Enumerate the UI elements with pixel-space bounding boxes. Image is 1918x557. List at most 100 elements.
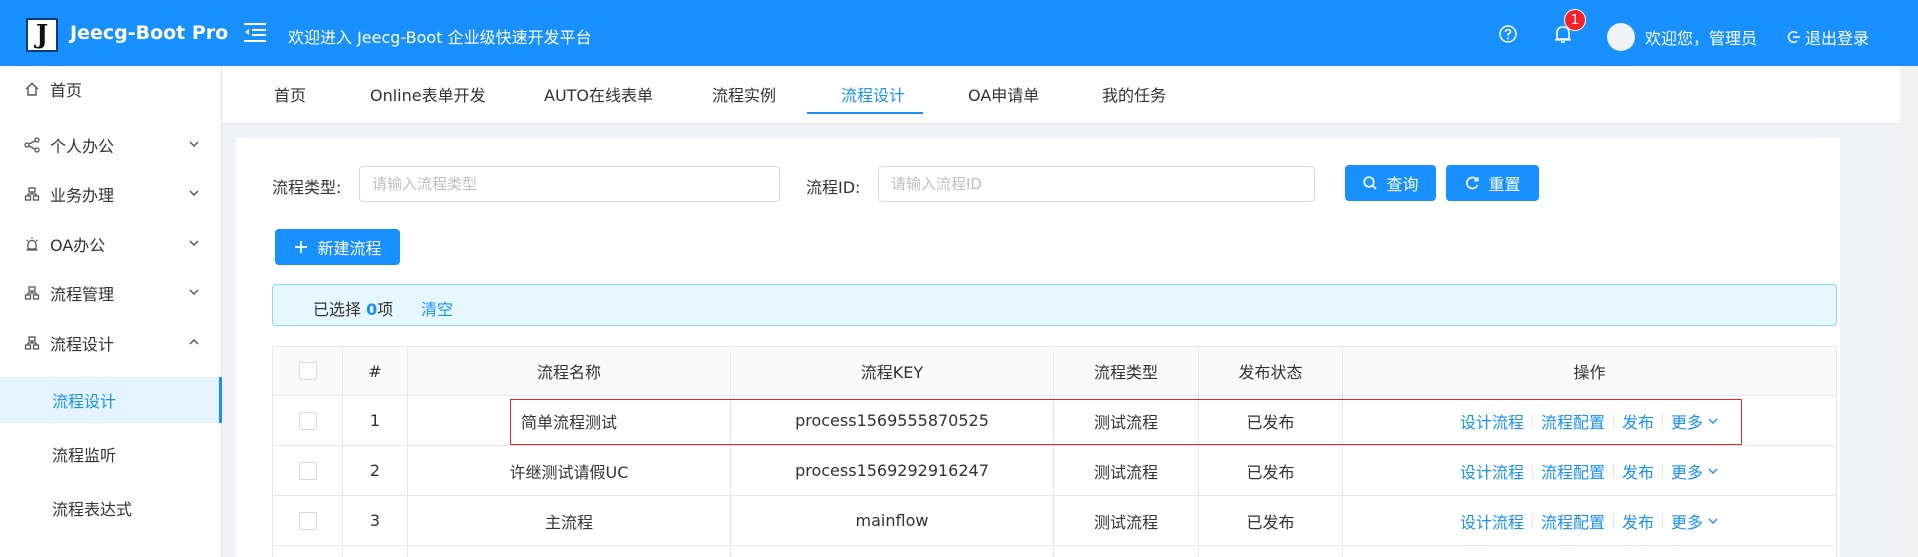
sidebar-item-home[interactable]: 首页 [0,66,222,112]
tab-oa-request[interactable]: OA申请单 [968,82,1039,106]
sidebar-subitem-process-expression[interactable]: 流程表达式 [0,485,222,531]
row-index: 1 [343,396,408,445]
more-dropdown[interactable]: 更多 [1671,509,1719,533]
tab-my-tasks[interactable]: 我的任务 [1102,82,1166,106]
more-label: 更多 [1671,512,1704,532]
chevron-down-icon [189,240,199,246]
divider [1662,413,1664,428]
row-actions: 设计流程 流程配置 发布 更多 [1343,396,1837,445]
row-cell [343,546,408,557]
column-header: # [343,347,408,395]
tab-home[interactable]: 首页 [274,82,306,106]
row-cell [408,546,731,557]
sidebar-item-label: 流程设计 [50,335,115,354]
tab-auto-form[interactable]: AUTO在线表单 [544,82,653,106]
sidebar-item-personal-office[interactable]: 个人办公 [0,122,222,168]
row-checkbox[interactable] [298,411,317,430]
publish-link[interactable]: 发布 [1622,459,1654,483]
sidebar-subitem-label: 流程监听 [52,446,117,465]
app-name: Jeecg-Boot Pro [70,22,229,44]
row-select-cell [272,396,343,445]
avatar[interactable] [1607,23,1635,51]
divider [1662,463,1664,478]
row-checkbox[interactable] [298,461,317,480]
tab-online-form[interactable]: Online表单开发 [370,82,486,106]
design-process-link[interactable]: 设计流程 [1460,459,1524,483]
process-config-link[interactable]: 流程配置 [1541,409,1605,433]
publish-link[interactable]: 发布 [1622,509,1654,533]
more-label: 更多 [1671,412,1704,432]
chevron-up-icon [189,339,199,345]
table-row: 1 简单流程测试 process1569555870525 测试流程 已发布 设… [272,396,1837,446]
process-type: 测试流程 [1054,396,1199,445]
selection-info: 已选择 0项 [313,296,393,320]
top-header: J Jeecg-Boot Pro 欢迎进入 Jeecg-Boot 企业级快速开发… [0,0,1918,66]
process-type-input[interactable] [359,166,780,202]
selection-suffix: 项 [377,300,394,319]
home-icon [25,82,39,96]
query-button[interactable]: 查询 [1345,165,1436,201]
row-checkbox[interactable] [298,511,317,530]
column-header: 发布状态 [1199,347,1343,395]
design-process-link[interactable]: 设计流程 [1460,509,1524,533]
chevron-down-icon [1708,518,1718,524]
process-name: 许继测试请假UC [408,446,731,495]
process-type: 测试流程 [1054,496,1199,545]
row-cell [1199,546,1343,557]
column-header: 流程KEY [731,347,1054,395]
page-scrollbar[interactable] [1900,66,1918,557]
column-header: 流程名称 [408,347,731,395]
reset-button[interactable]: 重置 [1446,165,1539,201]
new-process-button[interactable]: 新建流程 [275,229,400,265]
row-index: 2 [343,446,408,495]
more-dropdown[interactable]: 更多 [1671,459,1719,483]
sidebar-item-label: 个人办公 [50,137,115,156]
tab-process-instance[interactable]: 流程实例 [712,82,776,106]
selection-prefix: 已选择 [313,300,362,319]
logout-icon [1787,31,1800,43]
process-config-link[interactable]: 流程配置 [1541,509,1605,533]
menu-fold-icon[interactable] [242,20,268,44]
chevron-down-icon [1708,468,1718,474]
row-select-cell [272,546,343,557]
publish-status: 已发布 [1199,496,1343,545]
cluster-icon [24,187,40,201]
clear-selection-link[interactable]: 清空 [421,296,453,320]
chevron-down-icon [189,141,199,147]
process-key: process1569555870525 [731,396,1054,445]
sidebar-item-label: 首页 [50,81,83,100]
tab-process-design[interactable]: 流程设计 [841,82,905,106]
design-process-link[interactable]: 设计流程 [1460,409,1524,433]
logout-label: 退出登录 [1805,29,1870,48]
select-all-checkbox[interactable] [298,362,317,380]
chevron-down-icon [189,289,199,295]
divider [1531,413,1533,428]
header-title: 欢迎进入 Jeecg-Boot 企业级快速开发平台 [288,28,592,47]
question-circle-icon[interactable] [1498,24,1518,44]
process-config-link[interactable]: 流程配置 [1541,459,1605,483]
table-row-partial [272,546,1837,557]
more-dropdown[interactable]: 更多 [1671,409,1719,433]
welcome-text[interactable]: 欢迎您，管理员 [1645,25,1757,49]
query-button-label: 查询 [1386,175,1419,194]
sidebar-item-process-design[interactable]: 流程设计 [0,320,222,366]
process-id-input[interactable] [878,166,1315,202]
logo-letter: J [35,20,49,50]
sidebar-subitem-process-design[interactable]: 流程设计 [0,377,222,423]
process-type: 测试流程 [1054,446,1199,495]
sidebar-subitem-process-listener[interactable]: 流程监听 [0,431,222,477]
divider [1531,513,1533,528]
logout-button[interactable]: 退出登录 [1787,25,1869,49]
sidebar-item-business[interactable]: 业务办理 [0,171,222,217]
sidebar-subitem-label: 流程表达式 [52,500,133,519]
row-index: 3 [343,496,408,545]
select-all-cell [272,347,343,395]
sidebar-item-process-management[interactable]: 流程管理 [0,270,222,316]
active-tab-indicator [807,112,923,114]
alarm-icon [26,237,38,251]
sidebar-item-oa[interactable]: OA办公 [0,221,222,267]
publish-link[interactable]: 发布 [1622,409,1654,433]
chevron-down-icon [189,190,199,196]
process-name: 主流程 [408,496,731,545]
divider [1531,463,1533,478]
